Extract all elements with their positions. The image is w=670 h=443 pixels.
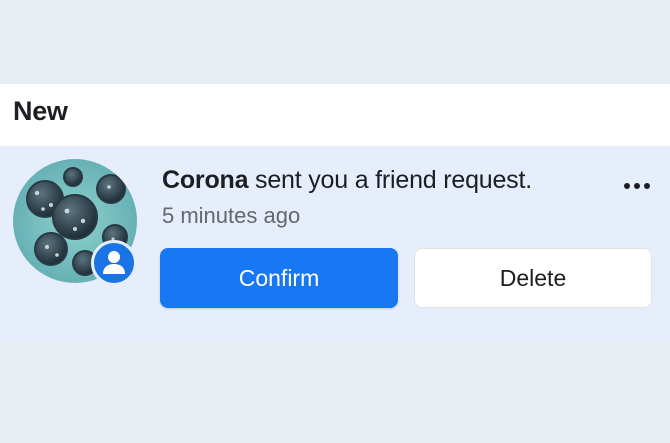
section-header (0, 84, 670, 146)
notification-message: Corona sent you a friend request. (162, 166, 532, 195)
confirm-button[interactable]: Confirm (160, 248, 398, 308)
bottom-background (0, 342, 670, 443)
delete-button[interactable]: Delete (414, 248, 652, 308)
dot (644, 183, 650, 189)
friend-request-badge (91, 240, 137, 286)
top-background (0, 0, 670, 84)
sender-name[interactable]: Corona (162, 166, 249, 194)
person-icon (103, 251, 125, 274)
dot (634, 183, 640, 189)
notification-text: sent you a friend request. (248, 166, 532, 194)
delete-button-label: Delete (499, 264, 567, 291)
ellipsis-icon[interactable] (621, 175, 653, 195)
confirm-button-label: Confirm (238, 264, 320, 291)
notification-time: 5 minutes ago (162, 203, 301, 228)
section-title: New (13, 96, 68, 126)
dot (624, 183, 630, 189)
